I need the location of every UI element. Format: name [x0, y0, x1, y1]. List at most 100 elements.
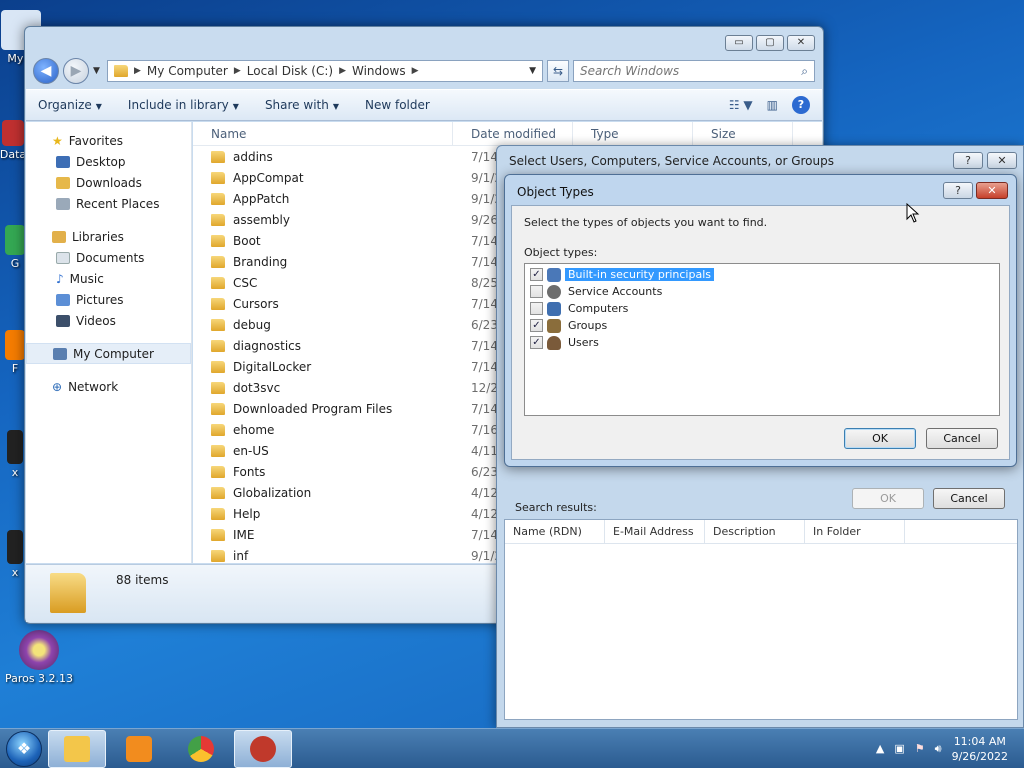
- taskbar-explorer[interactable]: [48, 729, 106, 768]
- column-headers: Name Date modified Type Size: [193, 122, 822, 146]
- nav-my-computer[interactable]: My Computer: [26, 343, 191, 364]
- column-description[interactable]: Description: [705, 520, 805, 543]
- share-with-menu[interactable]: Share with ▼: [265, 98, 339, 112]
- dialog-controls: ? ✕: [943, 182, 1008, 199]
- column-date-modified[interactable]: Date modified: [453, 122, 573, 145]
- checkbox[interactable]: ✓: [530, 268, 543, 281]
- nav-pictures[interactable]: Pictures: [26, 289, 191, 310]
- start-button[interactable]: ❖: [6, 730, 42, 767]
- recent-places-icon: [56, 197, 70, 210]
- nav-documents[interactable]: Documents: [26, 247, 191, 268]
- object-type-computers[interactable]: Computers: [525, 300, 999, 317]
- file-name-cell: IME: [193, 528, 453, 542]
- action-center-icon[interactable]: ⚑: [915, 742, 925, 755]
- object-type-users[interactable]: ✓ Users: [525, 334, 999, 351]
- search-box[interactable]: ⌕: [573, 60, 815, 82]
- security-principal-icon: [547, 267, 561, 282]
- folder-icon: [114, 65, 128, 77]
- documents-icon: [56, 251, 70, 264]
- view-options-icon[interactable]: ☷ ▼: [729, 98, 753, 112]
- breadcrumb-windows[interactable]: Windows: [352, 64, 406, 78]
- dialog-title: Object Types: [517, 185, 594, 199]
- column-in-folder[interactable]: In Folder: [805, 520, 905, 543]
- desktop-icon-paros[interactable]: Paros 3.2.13: [4, 630, 74, 685]
- breadcrumb-separator-icon[interactable]: ▶: [234, 66, 241, 76]
- user-icon: [547, 335, 561, 350]
- nav-libraries[interactable]: Libraries: [26, 226, 191, 247]
- checkbox[interactable]: [530, 285, 543, 298]
- object-type-groups[interactable]: ✓ Groups: [525, 317, 999, 334]
- nav-downloads[interactable]: Downloads: [26, 172, 191, 193]
- include-in-library-menu[interactable]: Include in library ▼: [128, 98, 239, 112]
- folder-icon: [211, 381, 225, 394]
- nav-videos[interactable]: Videos: [26, 310, 191, 331]
- clock[interactable]: 11:04 AM 9/26/2022: [952, 734, 1008, 764]
- star-icon: ★: [52, 133, 63, 148]
- search-icon[interactable]: ⌕: [801, 64, 808, 79]
- system-tray: ▲ ▣ ⚑ 🔊︎ 11:04 AM 9/26/2022: [876, 734, 1024, 764]
- nav-music[interactable]: ♪ Music: [26, 268, 191, 289]
- address-bar[interactable]: ▶ My Computer ▶ Local Disk (C:) ▶ Window…: [107, 60, 543, 82]
- column-name-rdn[interactable]: Name (RDN): [505, 520, 605, 543]
- object-type-service-accounts[interactable]: Service Accounts: [525, 283, 999, 300]
- taskbar-media-player[interactable]: [110, 730, 168, 768]
- breadcrumb-my-computer[interactable]: My Computer: [147, 64, 228, 78]
- checkbox[interactable]: ✓: [530, 319, 543, 332]
- search-results-list[interactable]: Name (RDN) E-Mail Address Description In…: [504, 519, 1018, 720]
- flower-icon: [19, 630, 59, 670]
- nav-desktop[interactable]: Desktop: [26, 151, 191, 172]
- minimize-button[interactable]: ▭: [725, 35, 753, 51]
- network-status-icon[interactable]: ▣: [894, 742, 904, 755]
- breadcrumb-separator-icon[interactable]: ▶: [339, 66, 346, 76]
- checkbox[interactable]: [530, 302, 543, 315]
- object-type-builtin[interactable]: ✓ Built-in security principals: [525, 266, 999, 283]
- volume-icon[interactable]: 🔊︎: [935, 742, 942, 756]
- file-name-cell: ehome: [193, 423, 453, 437]
- cancel-button[interactable]: Cancel: [926, 428, 998, 449]
- recent-pages-dropdown[interactable]: ▼: [93, 66, 103, 76]
- file-name-cell: AppCompat: [193, 171, 453, 185]
- breadcrumb-separator-icon[interactable]: ▶: [412, 66, 419, 76]
- ok-button[interactable]: OK: [844, 428, 916, 449]
- search-ok-button[interactable]: OK: [852, 488, 924, 509]
- file-name-cell: Downloaded Program Files: [193, 402, 453, 416]
- breadcrumb-separator-icon[interactable]: ▶: [134, 66, 141, 76]
- search-cancel-button[interactable]: Cancel: [933, 488, 1005, 509]
- folder-icon: [211, 213, 225, 226]
- refresh-button[interactable]: ⇆: [547, 60, 569, 82]
- file-name-cell: DigitalLocker: [193, 360, 453, 374]
- column-name[interactable]: Name: [193, 122, 453, 145]
- file-name-cell: Help: [193, 507, 453, 521]
- breadcrumb-local-disk[interactable]: Local Disk (C:): [247, 64, 333, 78]
- search-results-label: Search results:: [515, 501, 597, 514]
- maximize-button[interactable]: ▢: [756, 35, 784, 51]
- help-button[interactable]: ?: [953, 152, 983, 169]
- close-button[interactable]: ✕: [987, 152, 1017, 169]
- search-input[interactable]: [580, 64, 802, 78]
- organize-menu[interactable]: Organize ▼: [38, 98, 102, 112]
- taskbar-chrome[interactable]: [172, 730, 230, 768]
- checkbox[interactable]: ✓: [530, 336, 543, 349]
- column-type[interactable]: Type: [573, 122, 693, 145]
- nav-network[interactable]: ⊕ Network: [26, 376, 191, 397]
- folder-icon: [211, 318, 225, 331]
- show-hidden-icons-icon[interactable]: ▲: [876, 742, 884, 755]
- help-icon[interactable]: ?: [792, 96, 810, 114]
- close-button[interactable]: ✕: [976, 182, 1008, 199]
- address-dropdown-icon[interactable]: ▼: [529, 66, 536, 76]
- preview-pane-icon[interactable]: ▥: [767, 98, 778, 112]
- nav-recent-places[interactable]: Recent Places: [26, 193, 191, 214]
- file-name-cell: dot3svc: [193, 381, 453, 395]
- taskbar-paros[interactable]: [234, 729, 292, 768]
- new-folder-button[interactable]: New folder: [365, 98, 430, 112]
- nav-favorites[interactable]: ★ Favorites: [26, 130, 191, 151]
- forward-button[interactable]: ▶: [63, 58, 89, 84]
- explorer-icon: [64, 735, 90, 762]
- close-button[interactable]: ✕: [787, 35, 815, 51]
- help-button[interactable]: ?: [943, 182, 973, 199]
- column-email[interactable]: E-Mail Address: [605, 520, 705, 543]
- object-types-list: ✓ Built-in security principals Service A…: [524, 263, 1000, 416]
- back-button[interactable]: ◀: [33, 58, 59, 84]
- dialog-description: Select the types of objects you want to …: [524, 216, 768, 229]
- column-size[interactable]: Size: [693, 122, 793, 145]
